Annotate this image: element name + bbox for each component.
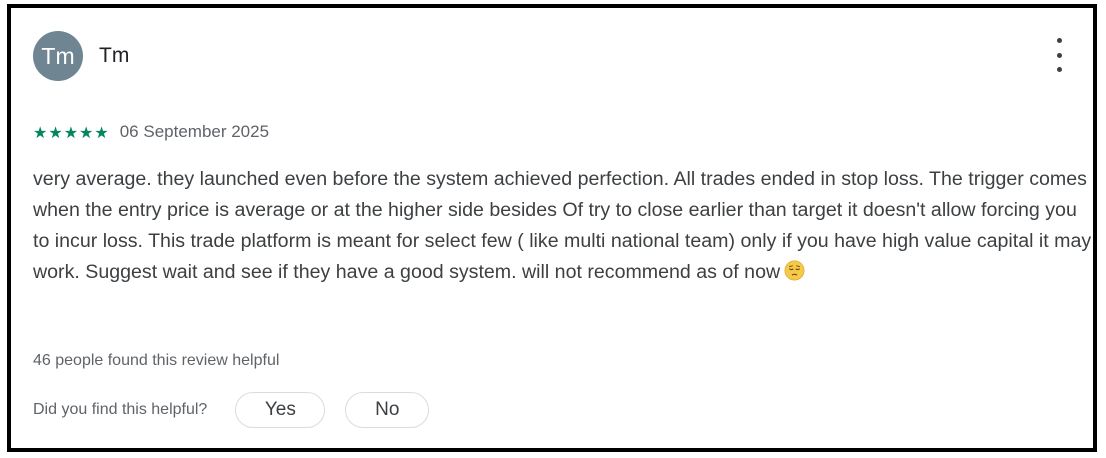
helpful-feedback: Did you find this helpful? Yes No bbox=[33, 392, 430, 428]
star-rating: ★★★★★ bbox=[33, 122, 110, 142]
more-dot bbox=[1056, 67, 1062, 72]
no-button[interactable]: No bbox=[345, 392, 430, 428]
review-card: Tm Tm ★★★★★ 06 September 2025 very avera… bbox=[7, 4, 1097, 452]
avatar: Tm bbox=[33, 31, 83, 81]
review-header: Tm Tm bbox=[33, 31, 129, 81]
more-dot bbox=[1056, 52, 1062, 58]
review-date: 06 September 2025 bbox=[119, 122, 270, 141]
pensive-face-emoji-icon bbox=[784, 260, 805, 281]
review-body: very average. they launched even before … bbox=[33, 164, 1093, 288]
more-vert-icon[interactable] bbox=[1051, 38, 1067, 72]
review-meta: ★★★★★ 06 September 2025 bbox=[33, 122, 269, 142]
yes-button[interactable]: Yes bbox=[235, 392, 326, 428]
feedback-question: Did you find this helpful? bbox=[33, 401, 208, 418]
more-dot bbox=[1056, 38, 1062, 43]
review-text: very average. they launched even before … bbox=[33, 168, 1092, 283]
helpful-count: 46 people found this review helpful bbox=[33, 352, 280, 369]
author-name: Tm bbox=[99, 44, 130, 67]
